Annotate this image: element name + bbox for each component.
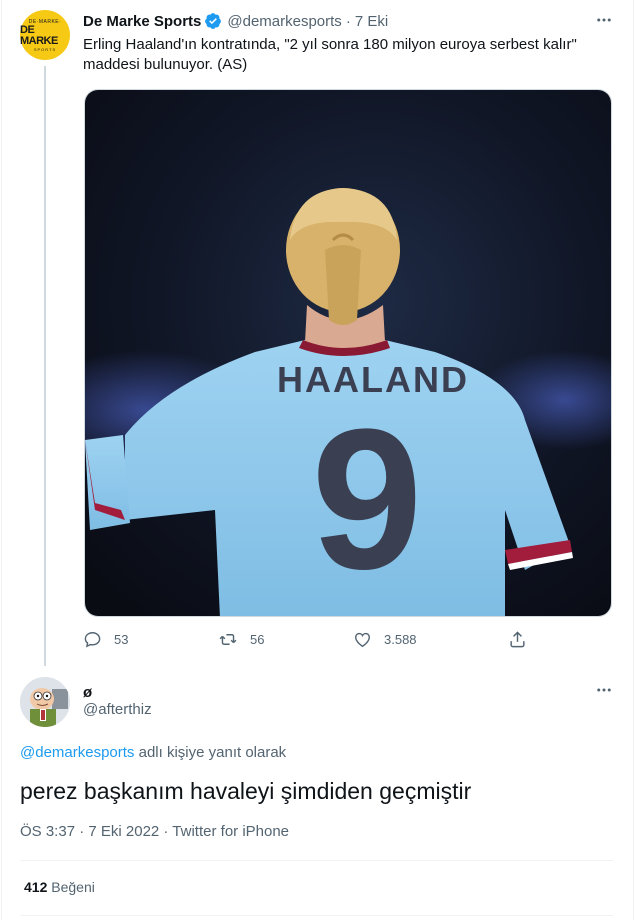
reply-action[interactable]: 53 [83,630,128,649]
like-action[interactable]: 3.588 [353,630,417,649]
jersey-number: 9 [311,388,422,611]
reply-author-name[interactable]: ø [83,684,92,701]
reply-author-handle[interactable]: @afterthiz [83,701,152,718]
cartoon-avatar-image [20,677,70,727]
share-icon [510,631,525,648]
replying-to-label: adlı kişiye yanıt olarak [134,744,287,761]
tweet-text: Erling Haaland'ın kontratında, "2 yıl so… [83,36,577,73]
divider-bottom [20,915,613,916]
author-handle[interactable]: @demarkesports [227,13,341,30]
author-avatar[interactable]: DE·MARKE· DE MARKE SPORTS [20,10,70,60]
tweet-actions: 53 56 3.588 [83,630,533,652]
reply-text: perez başkanım havaleyi şimdiden geçmişt… [20,778,472,804]
replying-to: @demarkesports adlı kişiye yanıt olarak [20,744,286,761]
tweet-date[interactable]: 7 Eki [355,13,388,30]
tweet-header: De Marke Sports @demarkesports · 7 Eki [83,11,388,31]
reply-icon [84,632,101,648]
author-name[interactable]: De Marke Sports [83,13,201,30]
retweet-action[interactable]: 56 [218,630,264,649]
thread-connector-line [44,66,46,666]
haaland-photo: HAALAND 9 [85,90,611,616]
reply-count: 53 [114,632,129,647]
reply-like-label: Beğeni [47,879,95,895]
tweet-image[interactable]: HAALAND 9 [84,89,612,617]
share-action[interactable] [508,630,539,649]
reply-more-options-icon[interactable] [593,680,615,700]
retweet-icon [219,634,237,645]
reply-like-count: 412 [24,879,48,895]
divider [20,860,613,861]
reply-author-avatar[interactable] [20,677,70,727]
replying-to-handle[interactable]: @demarkesports [20,744,134,761]
reply-like-stats[interactable]: 412 Beğeni [24,879,95,895]
verified-badge-icon [205,13,222,29]
separator-dot: · [345,12,351,30]
avatar-logo-text: DE MARKE [20,23,58,47]
like-count: 3.588 [384,632,417,647]
heart-icon [355,632,370,648]
reply-timestamp-source[interactable]: ÖS 3:37 · 7 Eki 2022 · Twitter for iPhon… [20,823,289,840]
retweet-count: 56 [250,632,265,647]
avatar-logo-sub: SPORTS [33,46,57,52]
more-options-icon[interactable] [593,10,615,30]
